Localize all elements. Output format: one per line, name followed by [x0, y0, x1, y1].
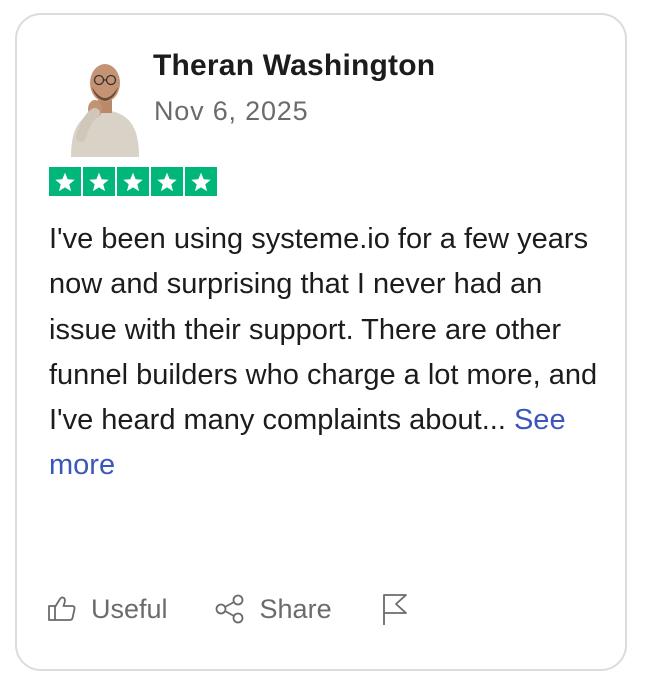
useful-label: Useful — [91, 593, 168, 624]
review-body: I've been using systeme.io for a few yea… — [49, 217, 609, 489]
star-rating — [49, 167, 217, 196]
star-icon — [185, 167, 217, 196]
reviewer-avatar[interactable] — [65, 47, 145, 157]
avatar-photo-icon — [71, 64, 139, 157]
report-button[interactable] — [380, 592, 410, 626]
star-icon — [49, 167, 81, 196]
review-date: Nov 6, 2025 — [154, 96, 309, 126]
star-icon — [151, 167, 183, 196]
share-label: Share — [259, 593, 332, 624]
review-actions: Useful Share — [47, 589, 410, 629]
star-icon — [117, 167, 149, 196]
review-card: Theran Washington Nov 6, 2025 I've been … — [15, 13, 627, 671]
share-button[interactable]: Share — [214, 594, 332, 625]
flag-icon — [382, 594, 407, 625]
reviewer-name[interactable]: Theran Washington — [153, 49, 435, 83]
useful-button[interactable]: Useful — [47, 594, 168, 625]
share-icon — [215, 594, 243, 624]
star-icon — [83, 167, 115, 196]
thumbs-up-icon — [48, 596, 76, 621]
